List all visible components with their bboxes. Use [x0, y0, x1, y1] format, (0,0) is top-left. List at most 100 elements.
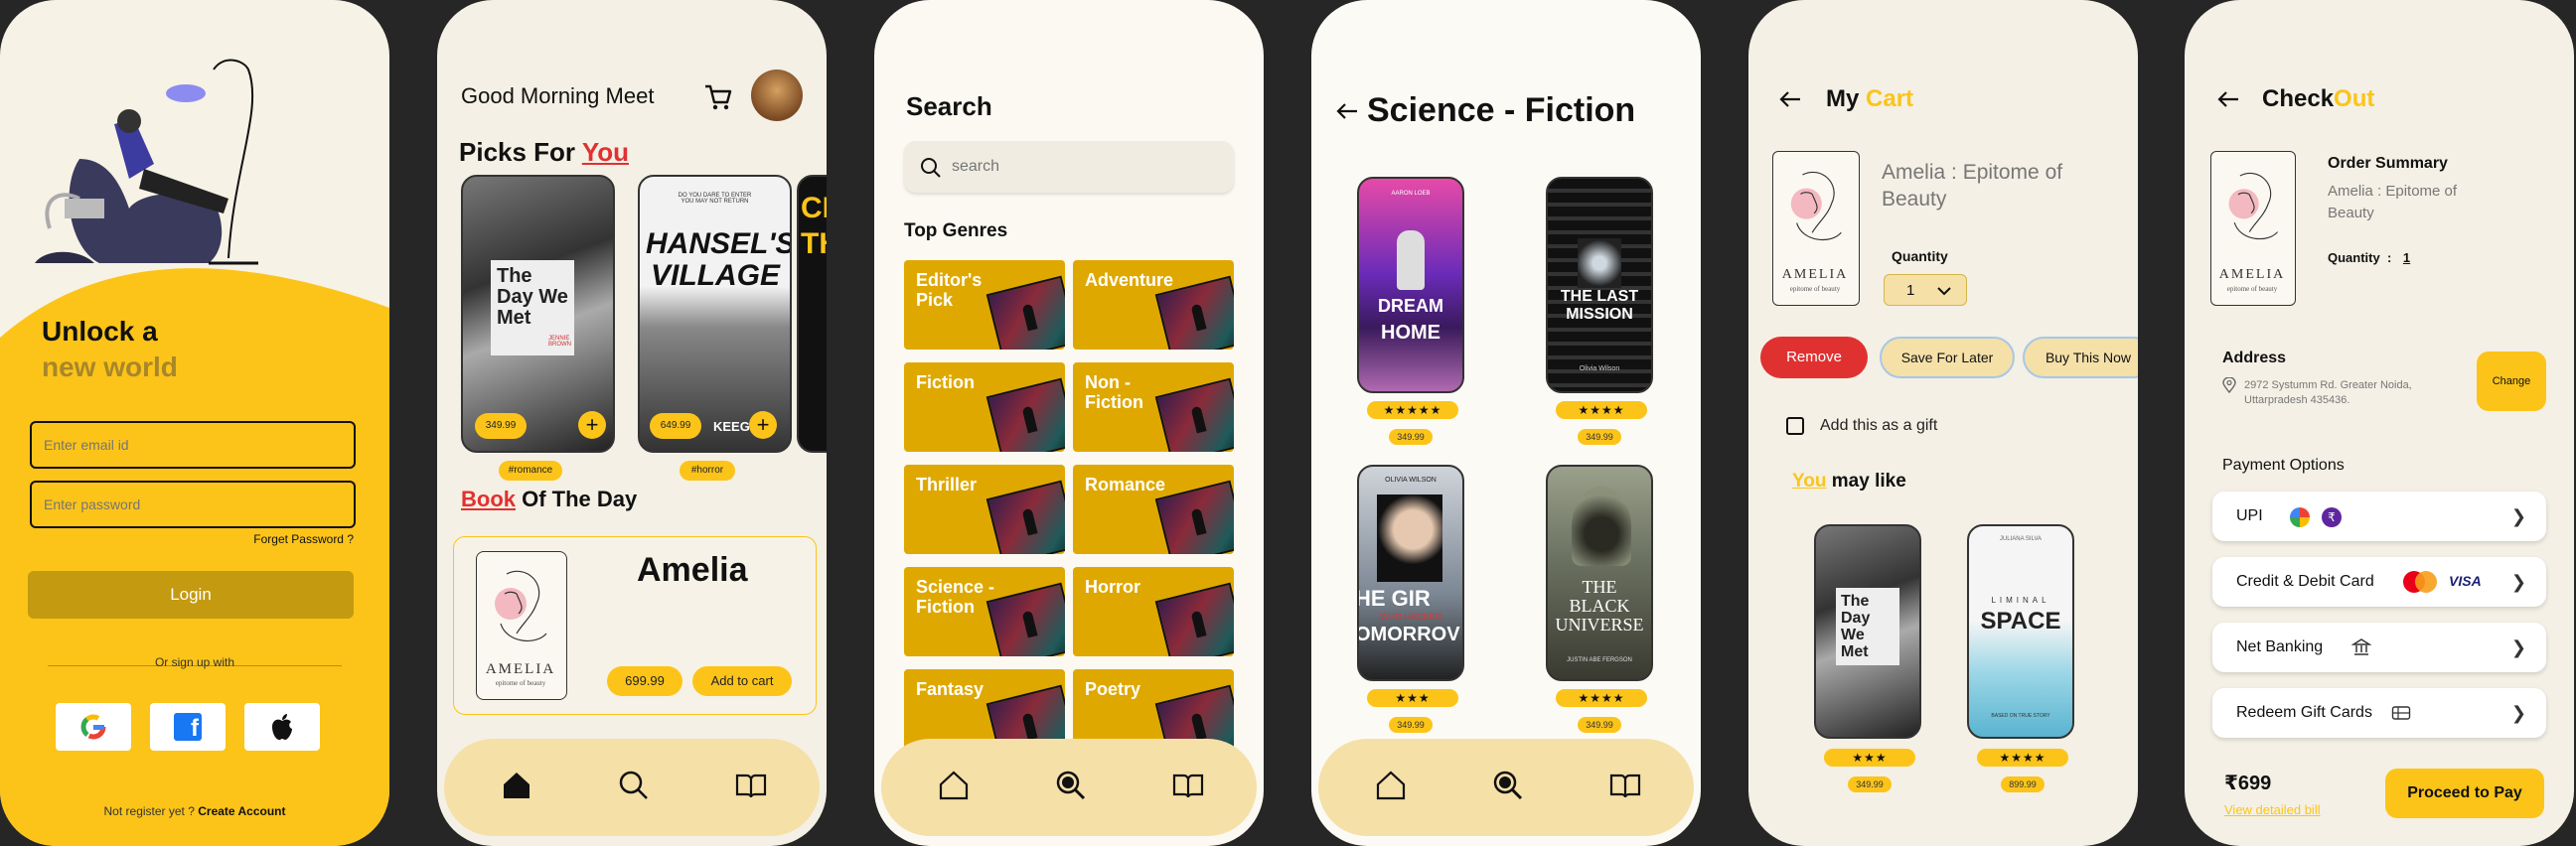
forget-password-link[interactable]: Forget Password ?: [253, 532, 354, 546]
search-icon[interactable]: [1054, 769, 1088, 802]
login-screen: Unlock a new world Forget Password ? Log…: [0, 0, 389, 846]
search-bar[interactable]: [904, 141, 1234, 193]
page-title: Search: [906, 91, 992, 121]
facebook-button[interactable]: f: [150, 703, 226, 751]
genre-thriller[interactable]: Thriller: [904, 465, 1065, 554]
chevron-right-icon: ❯: [2510, 506, 2526, 526]
book-title: DREAM: [1378, 296, 1443, 316]
create-account-link[interactable]: Create Account: [198, 804, 285, 818]
gpay-icon: [2290, 507, 2310, 527]
book-card-last-mission[interactable]: THE LAST MISSION Olivia Wilson: [1546, 177, 1653, 393]
book-tag[interactable]: #horror: [680, 461, 735, 481]
payment-card[interactable]: Credit & Debit Card VISA ❯: [2212, 557, 2546, 607]
option-label: Net Banking: [2236, 638, 2324, 655]
book-card-dream-home[interactable]: AARON LOEB DREAM HOME: [1357, 177, 1464, 393]
cover-title: AMELIA: [2218, 267, 2286, 282]
gift-checkbox[interactable]: [1786, 417, 1804, 435]
home-icon[interactable]: [1374, 769, 1408, 802]
checkout-book-cover: AMELIA epitome of beauty: [2210, 151, 2296, 306]
quantity-select[interactable]: 1: [1884, 274, 1967, 306]
picks-text: Picks For: [459, 137, 582, 167]
book-card-girl-tomorrow[interactable]: OLIVIA WILSON HE GIR WHO HACKED OMORROV: [1357, 465, 1464, 681]
save-later-button[interactable]: Save For Later: [1880, 337, 2015, 378]
option-label: Credit & Debit Card: [2236, 573, 2374, 590]
payment-options-label: Payment Options: [2222, 457, 2345, 474]
botd-book: Book: [461, 487, 516, 511]
genre-romance[interactable]: Romance: [1073, 465, 1234, 554]
book-card-hansels-village[interactable]: DO YOU DARE TO ENTER YOU MAY NOT RETURN …: [638, 175, 792, 453]
payment-gift-cards[interactable]: Redeem Gift Cards ❯: [2212, 688, 2546, 738]
book-author: OLIVIA WILSON: [1385, 477, 1437, 484]
genre-science-fiction[interactable]: Science - Fiction: [904, 567, 1065, 656]
genre-art: [985, 275, 1065, 350]
home-icon[interactable]: [500, 769, 533, 802]
quantity-value: 1: [2402, 250, 2411, 265]
change-address-button[interactable]: Change: [2477, 352, 2546, 411]
proceed-to-pay-button[interactable]: Proceed to Pay: [2385, 769, 2544, 818]
checkout-screen: CheckOut AMELIA epitome of beauty Order …: [2185, 0, 2574, 846]
password-field[interactable]: [30, 481, 356, 528]
payment-net-banking[interactable]: Net Banking ❯: [2212, 623, 2546, 672]
book-card-day-we-met[interactable]: The Day We Met JENNIE BROWN 349.99 +: [461, 175, 615, 453]
title-my: My: [1826, 85, 1867, 112]
chevron-down-icon: [1937, 287, 1951, 296]
rec-book-liminal-space[interactable]: JULIANA SILVA LIMINAL SPACE BASED ON TRU…: [1967, 524, 2074, 739]
star-rating: ★★★: [1824, 749, 1915, 767]
add-book-button[interactable]: +: [578, 411, 606, 439]
book-of-the-day-card[interactable]: AMELIA epitome of beauty Amelia 699.99 A…: [453, 536, 817, 715]
add-to-cart-button[interactable]: Add to cart: [692, 666, 792, 696]
add-book-button[interactable]: +: [749, 411, 777, 439]
genre-fiction[interactable]: Fiction: [904, 362, 1065, 452]
gift-label: Add this as a gift: [1820, 417, 1938, 434]
remove-button[interactable]: Remove: [1760, 337, 1868, 378]
book-card-partial[interactable]: CI TH: [797, 175, 827, 453]
genre-horror[interactable]: Horror: [1073, 567, 1234, 656]
email-field[interactable]: [30, 421, 356, 469]
book-of-the-day-heading: Book Of The Day: [461, 487, 637, 512]
book-icon[interactable]: [1608, 769, 1642, 802]
avatar[interactable]: [751, 70, 803, 121]
checkout-book-title: Amelia : Epitome of Beauty: [2328, 183, 2458, 221]
search-input[interactable]: [952, 153, 1210, 181]
or-signup-label: Or sign up with: [154, 655, 235, 669]
genre-non-fiction[interactable]: Non - Fiction: [1073, 362, 1234, 452]
search-icon[interactable]: [1491, 769, 1525, 802]
botd-rest: Of The Day: [516, 487, 638, 511]
cart-screen: My Cart AMELIA epitome of beauty Amelia …: [1748, 0, 2138, 846]
visa-icon: VISA: [2449, 573, 2482, 589]
search-icon[interactable]: [617, 769, 651, 802]
login-button[interactable]: Login: [28, 571, 354, 619]
genre-label: Editor's Pick: [916, 270, 983, 310]
back-arrow-icon[interactable]: [1335, 101, 1359, 121]
view-bill-link[interactable]: View detailed bill: [2224, 802, 2321, 817]
quantity-value: 1: [1906, 282, 1915, 299]
rec-book-day-we-met[interactable]: The Day We Met: [1814, 524, 1921, 739]
title-cart: Cart: [1866, 85, 1914, 112]
payment-upi[interactable]: UPI ₹ ❯: [2212, 492, 2546, 541]
google-button[interactable]: [56, 703, 131, 751]
genre-adventure[interactable]: Adventure: [1073, 260, 1234, 350]
title-check: Check: [2262, 85, 2335, 112]
cart-icon[interactable]: [703, 83, 733, 111]
genre-art: [985, 377, 1065, 452]
book-cover-panel: The Day We Met: [1836, 588, 1899, 665]
book-card-black-universe[interactable]: THE BLACK UNIVERSE JUSTIN ABE FERGSON: [1546, 465, 1653, 681]
back-arrow-icon[interactable]: [2216, 89, 2240, 109]
book-icon[interactable]: [734, 769, 768, 802]
title-line-1: Unlock a: [42, 316, 158, 347]
genre-label: Non - Fiction: [1085, 372, 1143, 412]
back-arrow-icon[interactable]: [1778, 89, 1802, 109]
book-art: [1377, 494, 1442, 582]
book-icon[interactable]: [1171, 769, 1205, 802]
genre-editors-pick[interactable]: Editor's Pick: [904, 260, 1065, 350]
apple-button[interactable]: [244, 703, 320, 751]
cover-subtitle: epitome of beauty: [495, 679, 546, 687]
book-title: CI TH: [801, 192, 827, 260]
book-author: JUSTIN ABE FERGSON: [1567, 657, 1632, 663]
greeting: Good Morning Meet: [461, 83, 655, 108]
mastercard-icon: [2403, 571, 2437, 593]
face-line-art: [1790, 171, 1842, 241]
buy-now-button[interactable]: Buy This Now: [2023, 337, 2138, 378]
book-tag[interactable]: #romance: [499, 461, 562, 481]
home-icon[interactable]: [937, 769, 971, 802]
